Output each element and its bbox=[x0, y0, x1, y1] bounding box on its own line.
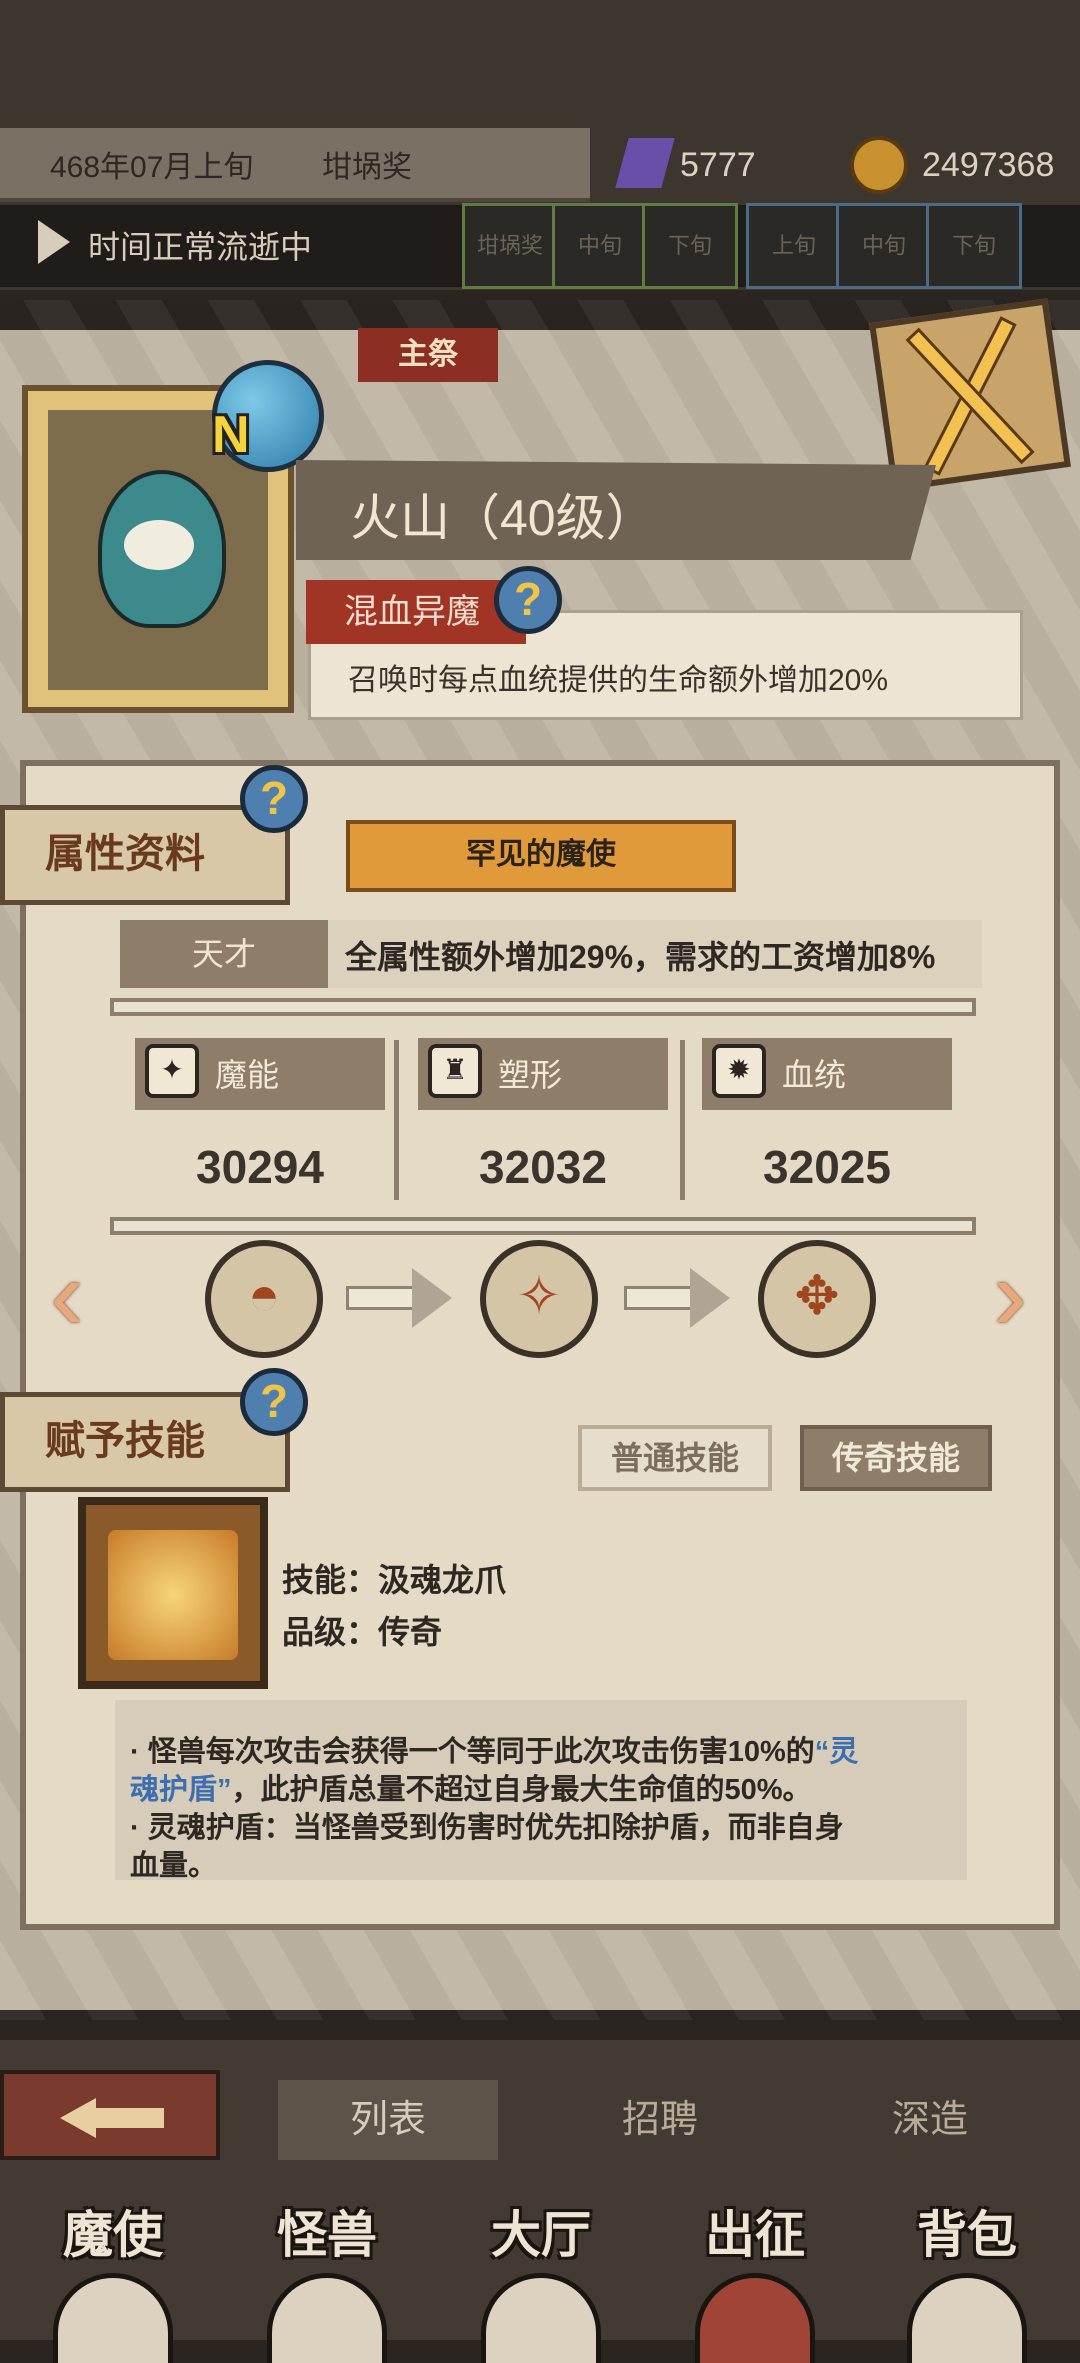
back-arrow-icon bbox=[60, 2098, 96, 2138]
shape-icon: ♜ bbox=[428, 1044, 482, 1098]
tab-normal-skill[interactable]: 普通技能 bbox=[578, 1425, 772, 1491]
time-status: 时间正常流逝中 bbox=[88, 229, 313, 265]
skill-description-line: · 怪兽每次攻击会获得一个等同于此次攻击伤害10%的“灵 bbox=[130, 1734, 858, 1770]
nav-envoy[interactable]: 魔使 bbox=[8, 2195, 218, 2363]
trait-description: 召唤时每点血统提供的生命额外增加20% bbox=[348, 664, 889, 697]
evolution-arrow-icon bbox=[624, 1268, 734, 1328]
expedition-icon bbox=[695, 2273, 815, 2363]
monster-name: 火山（40级） bbox=[350, 490, 656, 546]
tab-forge[interactable]: 深造 bbox=[830, 2080, 1030, 2160]
stat-name: 塑形 bbox=[498, 1057, 563, 1093]
monster-face-icon bbox=[124, 520, 194, 570]
close-button[interactable] bbox=[869, 298, 1071, 492]
desc-highlight: 魂护盾” bbox=[130, 1774, 232, 1806]
stat-name: 魔能 bbox=[215, 1057, 280, 1093]
dragon-claw-icon bbox=[108, 1530, 238, 1660]
timeline-slot[interactable]: 下旬 bbox=[926, 203, 1022, 289]
stat-bloodline: ✹ 血统 32025 bbox=[692, 1032, 962, 1202]
nav-label: 大厅 bbox=[491, 2207, 591, 2263]
timeline-slot[interactable]: 下旬 bbox=[642, 203, 738, 289]
timeline-slot[interactable]: 中旬 bbox=[836, 203, 932, 289]
backpack-icon bbox=[907, 2273, 1027, 2363]
desc-highlight: “灵 bbox=[814, 1736, 859, 1768]
help-icon[interactable]: ? bbox=[240, 765, 308, 833]
skill-description-line: · 灵魂护盾：当怪兽受到伤害时优先扣除护盾，而非自身 bbox=[130, 1812, 844, 1844]
evolution-stage-3-icon[interactable]: ✥ bbox=[758, 1240, 876, 1358]
skill-description-line: 魂护盾”，此护盾总量不超过自身最大生命值的50%。 bbox=[130, 1772, 812, 1808]
previous-arrow-icon[interactable]: ‹ bbox=[32, 1245, 102, 1355]
tab-legend-skill[interactable]: 传奇技能 bbox=[800, 1425, 992, 1491]
date-bar: 468年07月上旬 坩埚奖 bbox=[0, 128, 590, 202]
nav-label: 怪兽 bbox=[277, 2207, 377, 2263]
talent-description: 全属性额外增加29%，需求的工资增加8% bbox=[345, 939, 936, 975]
stat-value: 32025 bbox=[763, 1141, 891, 1193]
skill-description-line: 血量。 bbox=[130, 1850, 218, 1882]
bloodline-icon: ✹ bbox=[712, 1044, 766, 1098]
help-icon[interactable]: ? bbox=[494, 566, 562, 634]
gold-coin-icon bbox=[850, 136, 908, 194]
nav-backpack[interactable]: 背包 bbox=[862, 2195, 1072, 2363]
nav-label: 出征 bbox=[705, 2207, 805, 2263]
skill-grade: 品级：传奇 bbox=[282, 1614, 443, 1650]
timeline-slot[interactable]: 中旬 bbox=[552, 203, 648, 289]
nav-expedition[interactable]: 出征 bbox=[650, 2195, 860, 2363]
evolution-arrow-icon bbox=[346, 1268, 456, 1328]
desc-text: ，此护盾总量不超过自身最大生命值的50%。 bbox=[231, 1774, 812, 1806]
rarity-banner: 罕见的魔使 bbox=[346, 820, 736, 892]
monster-icon bbox=[267, 2273, 387, 2363]
trait-tag: 混血异魔 bbox=[306, 580, 526, 644]
tab-recruit[interactable]: 招聘 bbox=[560, 2080, 760, 2160]
timeline-slot[interactable]: 上旬 bbox=[746, 203, 842, 289]
magic-icon: ✦ bbox=[145, 1044, 199, 1098]
divider bbox=[680, 1040, 685, 1200]
help-icon[interactable]: ? bbox=[240, 1368, 308, 1436]
date-text: 468年07月上旬 bbox=[50, 151, 254, 184]
stat-shape: ♜ 塑形 32032 bbox=[408, 1032, 678, 1202]
divider bbox=[110, 1217, 976, 1235]
skull-icon bbox=[53, 2273, 173, 2363]
stat-name: 血统 bbox=[782, 1057, 847, 1093]
nav-hall[interactable]: 大厅 bbox=[436, 2195, 646, 2363]
play-icon[interactable] bbox=[38, 220, 70, 264]
rank-badge: N bbox=[212, 406, 250, 464]
back-arrow-icon bbox=[94, 2108, 164, 2128]
hall-icon bbox=[481, 2273, 601, 2363]
nav-label: 背包 bbox=[917, 2207, 1017, 2263]
skill-name: 技能：汲魂龙爪 bbox=[282, 1562, 507, 1598]
tab-main-offering[interactable]: 主祭 bbox=[358, 328, 498, 382]
nav-label: 魔使 bbox=[63, 2207, 163, 2263]
evolution-stage-1-icon[interactable]: ◓ bbox=[205, 1240, 323, 1358]
desc-text: · 怪兽每次攻击会获得一个等同于此次攻击伤害10%的 bbox=[130, 1736, 815, 1768]
nav-monster[interactable]: 怪兽 bbox=[222, 2195, 432, 2363]
divider bbox=[110, 998, 976, 1016]
next-arrow-icon[interactable]: › bbox=[975, 1245, 1045, 1355]
event-text: 坩埚奖 bbox=[322, 151, 412, 184]
timeline-slot[interactable]: 坩埚奖 bbox=[462, 203, 558, 289]
stat-magic: ✦ 魔能 30294 bbox=[125, 1032, 395, 1202]
tab-list[interactable]: 列表 bbox=[278, 2080, 498, 2160]
stat-value: 32032 bbox=[479, 1141, 607, 1193]
talent-tag: 天才 bbox=[120, 920, 328, 988]
evolution-stage-2-icon[interactable]: ✧ bbox=[480, 1240, 598, 1358]
divider bbox=[394, 1040, 399, 1200]
stat-value: 30294 bbox=[196, 1141, 324, 1193]
